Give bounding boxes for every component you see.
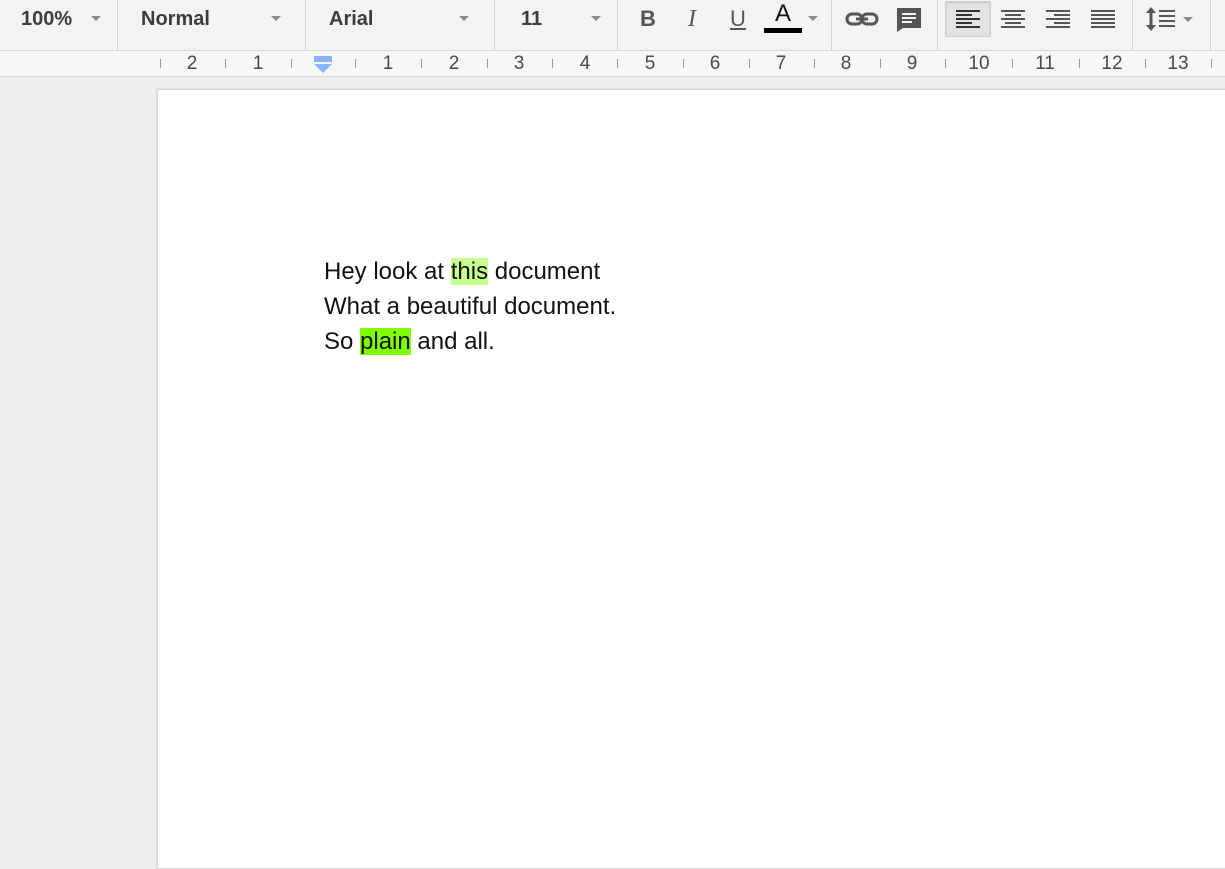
ruler-tick — [814, 59, 815, 68]
ruler-tick — [421, 59, 422, 68]
ruler-label: 10 — [968, 53, 990, 74]
insert-comment-button[interactable] — [891, 4, 927, 34]
ruler-label: 11 — [1035, 53, 1055, 74]
paragraph-style-value: Normal — [141, 8, 210, 30]
text-run: So — [324, 328, 361, 355]
ruler-label: 4 — [579, 53, 591, 74]
font-size-select[interactable]: 11 — [495, 0, 617, 50]
chevron-down-icon[interactable] — [808, 16, 818, 21]
ruler-label: 8 — [840, 53, 852, 74]
chevron-down-icon — [459, 16, 469, 21]
ruler-label: 1 — [252, 53, 264, 74]
chevron-down-icon — [271, 16, 281, 21]
ruler-tick — [1012, 59, 1013, 68]
ruler-label: 6 — [709, 53, 721, 74]
text-run: Hey look at — [324, 258, 451, 285]
ruler-tick — [355, 59, 356, 68]
ruler-tick — [945, 59, 946, 68]
align-center-icon — [1001, 10, 1025, 28]
font-size-value: 11 — [521, 8, 543, 30]
ruler-tick — [1211, 59, 1212, 68]
align-left-button[interactable] — [945, 1, 991, 37]
paragraph-style-select[interactable]: Normal — [118, 0, 305, 50]
ruler-label: 3 — [513, 53, 525, 74]
bold-button[interactable]: B — [633, 4, 663, 34]
ruler-tick — [291, 59, 292, 68]
ruler-tick — [487, 59, 488, 68]
text-color-label: A — [774, 0, 791, 27]
zoom-value: 100% — [21, 8, 73, 30]
ruler-label: 12 — [1101, 53, 1123, 74]
line-spacing-button[interactable] — [1145, 4, 1201, 34]
text-color-swatch — [764, 28, 802, 33]
horizontal-ruler[interactable]: 2 1 1 2 3 4 5 6 7 8 9 10 11 12 13 — [0, 51, 1225, 77]
underline-button[interactable]: U — [723, 4, 753, 34]
highlighted-text: this — [450, 258, 489, 285]
ruler-label: 9 — [906, 53, 918, 74]
ruler-tick — [880, 59, 881, 68]
chevron-down-icon — [1183, 16, 1193, 22]
ruler-tick — [552, 59, 553, 68]
comment-icon — [897, 8, 921, 32]
ruler-label: 5 — [644, 53, 656, 74]
document-body[interactable]: Hey look at this document What a beautif… — [324, 254, 616, 359]
align-right-button[interactable] — [1042, 4, 1074, 34]
text-color-button[interactable]: A — [762, 0, 804, 34]
ruler-tick — [683, 59, 684, 68]
highlighted-text: plain — [360, 328, 411, 355]
ruler-tick — [1145, 59, 1146, 68]
italic-button[interactable]: I — [677, 4, 707, 34]
ruler-tick — [617, 59, 618, 68]
document-line-3[interactable]: So plain and all. — [324, 324, 616, 359]
align-left-icon — [956, 10, 980, 28]
chevron-down-icon — [591, 16, 601, 21]
align-center-button[interactable] — [997, 4, 1029, 34]
zoom-select[interactable]: 100% — [0, 0, 117, 50]
align-justify-button[interactable] — [1087, 4, 1119, 34]
ruler-label: 2 — [186, 53, 198, 74]
ruler-label: 2 — [448, 53, 460, 74]
text-run: and all. — [410, 328, 495, 355]
line-spacing-icon — [1146, 7, 1175, 31]
ruler-tick — [225, 59, 226, 68]
text-run: document — [488, 258, 601, 285]
chevron-down-icon — [91, 16, 101, 21]
ruler-tick — [749, 59, 750, 68]
font-family-select[interactable]: Arial — [306, 0, 494, 50]
indent-marker-icon[interactable] — [313, 56, 333, 74]
document-page[interactable]: Hey look at this document What a beautif… — [157, 89, 1225, 869]
align-right-icon — [1046, 10, 1070, 28]
document-line-1[interactable]: Hey look at this document — [324, 254, 616, 289]
bold-label: B — [640, 6, 656, 31]
document-line-2[interactable]: What a beautiful document. — [324, 289, 616, 324]
align-justify-icon — [1091, 10, 1115, 28]
formatting-toolbar: 100% Normal Arial 11 B I U A — [0, 0, 1225, 51]
ruler-tick — [1079, 59, 1080, 68]
link-icon — [845, 12, 879, 26]
font-family-value: Arial — [329, 8, 374, 30]
italic-label: I — [688, 6, 696, 32]
ruler-label: 13 — [1167, 53, 1189, 74]
ruler-tick — [160, 59, 161, 68]
insert-link-button[interactable] — [843, 4, 881, 34]
ruler-label: 1 — [382, 53, 394, 74]
ruler-label: 7 — [775, 53, 787, 74]
underline-label: U — [730, 6, 746, 31]
